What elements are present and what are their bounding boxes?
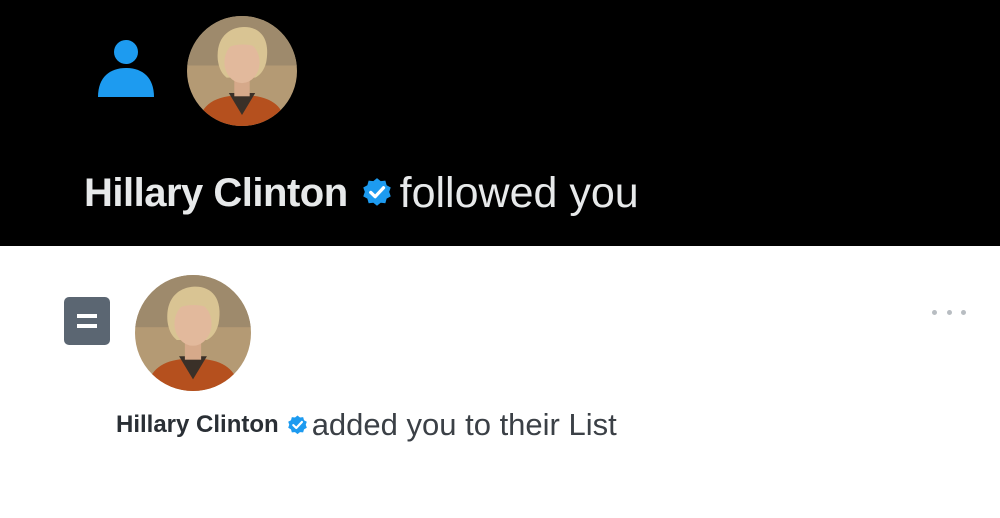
more-options-icon[interactable] [928, 303, 970, 321]
verified-badge-icon [362, 178, 391, 206]
avatar[interactable] [135, 275, 251, 391]
user-name[interactable]: Hillary Clinton [116, 411, 279, 439]
user-name[interactable]: Hillary Clinton [84, 171, 348, 216]
follow-notification[interactable]: Hillary Clinton followed you [0, 0, 1000, 246]
list-icon [64, 297, 110, 345]
verified-badge-icon [287, 414, 307, 434]
profile-photo [187, 16, 297, 126]
action-text: followed you [399, 168, 639, 217]
avatar[interactable] [187, 16, 297, 126]
list-notification[interactable] [0, 246, 1000, 518]
person-icon [98, 40, 154, 97]
profile-photo [135, 275, 251, 391]
action-text: added you to their List [311, 407, 617, 442]
notification-text: Hillary Clinton added you to their List [116, 403, 617, 447]
notification-text: Hillary Clinton followed you [84, 165, 639, 221]
